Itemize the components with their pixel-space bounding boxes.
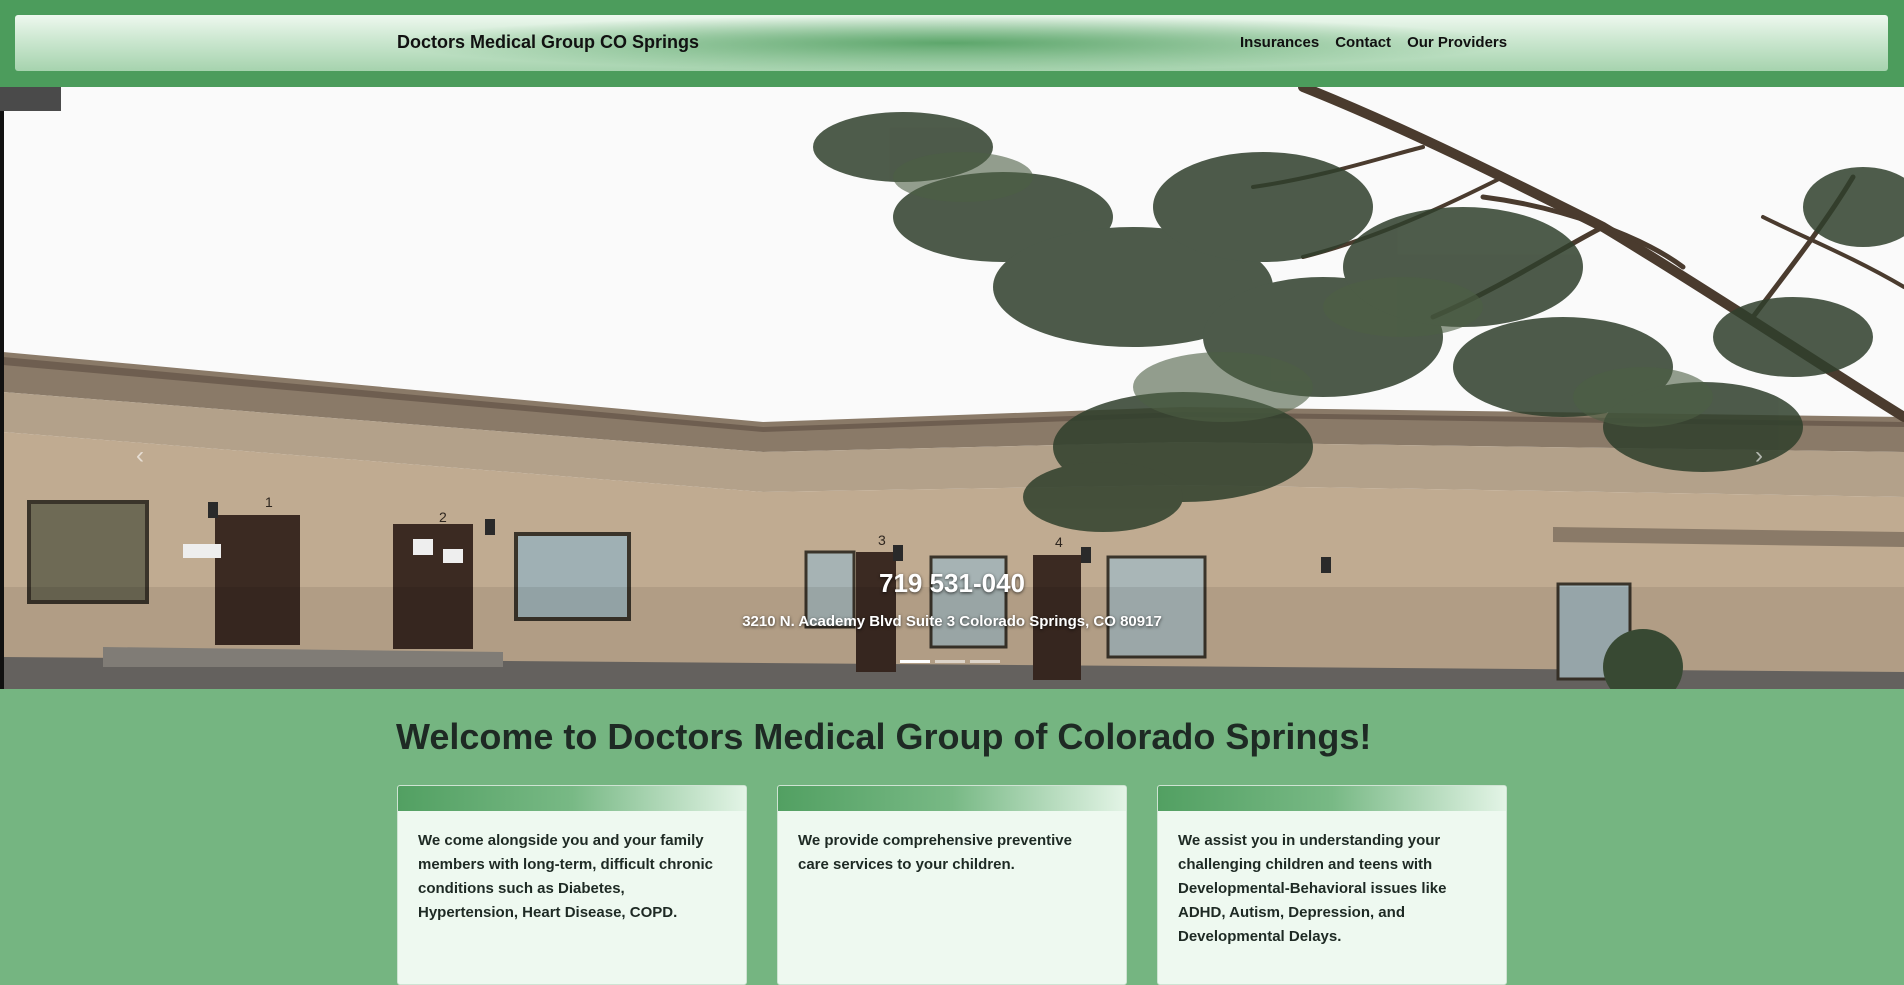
door-number-4: 4 <box>1055 534 1063 550</box>
card-header-bar <box>398 786 746 811</box>
service-card-chronic: We come alongside you and your family me… <box>397 785 747 985</box>
door-number-3: 3 <box>878 532 886 548</box>
card-text: We assist you in understanding your chal… <box>1178 832 1447 945</box>
card-text: We provide comprehensive preventive care… <box>798 832 1072 873</box>
service-card-preventive: We provide comprehensive preventive care… <box>777 785 1127 985</box>
door-number-2: 2 <box>439 509 447 525</box>
carousel-prev-button[interactable]: ‹ <box>136 442 144 470</box>
welcome-heading: Welcome to Doctors Medical Group of Colo… <box>396 716 1372 757</box>
nav-link-our-providers[interactable]: Our Providers <box>1407 34 1507 51</box>
card-text: We come alongside you and your family me… <box>418 832 714 921</box>
hero-phone-number: 719 531-040 <box>878 568 1026 598</box>
carousel-indicator-2[interactable] <box>935 660 965 663</box>
nav-menu: Insurances Contact Our Providers <box>1240 34 1507 51</box>
service-card-developmental: We assist you in understanding your chal… <box>1157 785 1507 985</box>
site-brand[interactable]: Doctors Medical Group CO Springs <box>397 32 699 53</box>
carousel-indicators <box>900 660 1000 663</box>
card-header-bar <box>1158 786 1506 811</box>
door-number-1: 1 <box>265 494 273 510</box>
navbar: Doctors Medical Group CO Springs Insuran… <box>15 15 1888 71</box>
carousel-next-button[interactable]: › <box>1755 442 1763 470</box>
nav-link-contact[interactable]: Contact <box>1335 34 1391 51</box>
card-header-bar <box>778 786 1126 811</box>
carousel-indicator-1[interactable] <box>900 660 930 663</box>
nav-link-insurances[interactable]: Insurances <box>1240 34 1319 51</box>
hero-address: 3210 N. Academy Blvd Suite 3 Colorado Sp… <box>742 613 1162 630</box>
corner-tab[interactable] <box>0 87 61 111</box>
carousel-indicator-3[interactable] <box>970 660 1000 663</box>
